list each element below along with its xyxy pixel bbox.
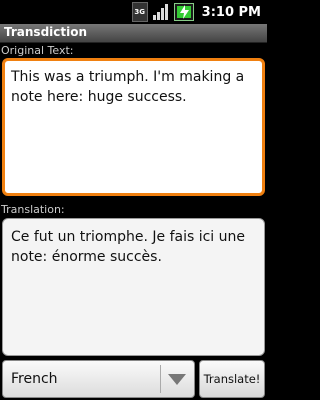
chevron-down-icon	[168, 374, 186, 385]
language-select-value: French	[11, 371, 58, 387]
screen: 3G 3:10 PM Transdiction Original Text: T…	[0, 0, 267, 400]
translation-output[interactable]: Ce fut un triomphe. Je fais ici une note…	[2, 218, 265, 356]
original-text-label: Original Text:	[1, 44, 74, 57]
select-divider	[160, 365, 161, 393]
original-text-input[interactable]: This was a triumph. I'm making a note he…	[2, 58, 265, 196]
translation-label: Translation:	[1, 203, 65, 216]
status-icons: 3G 3:10 PM	[131, 2, 261, 22]
status-bar: 3G 3:10 PM	[0, 0, 267, 24]
battery-charging-icon	[173, 3, 194, 21]
language-select[interactable]: French	[2, 360, 195, 398]
translate-button[interactable]: Translate!	[199, 360, 265, 398]
app-title: Transdiction	[4, 25, 88, 39]
3g-icon: 3G	[131, 2, 148, 22]
app-title-bar: Transdiction	[0, 24, 267, 43]
network-label: 3G	[134, 8, 145, 16]
bottom-controls: French Translate!	[0, 358, 267, 400]
signal-icon	[152, 4, 168, 20]
clock: 3:10 PM	[201, 4, 261, 20]
